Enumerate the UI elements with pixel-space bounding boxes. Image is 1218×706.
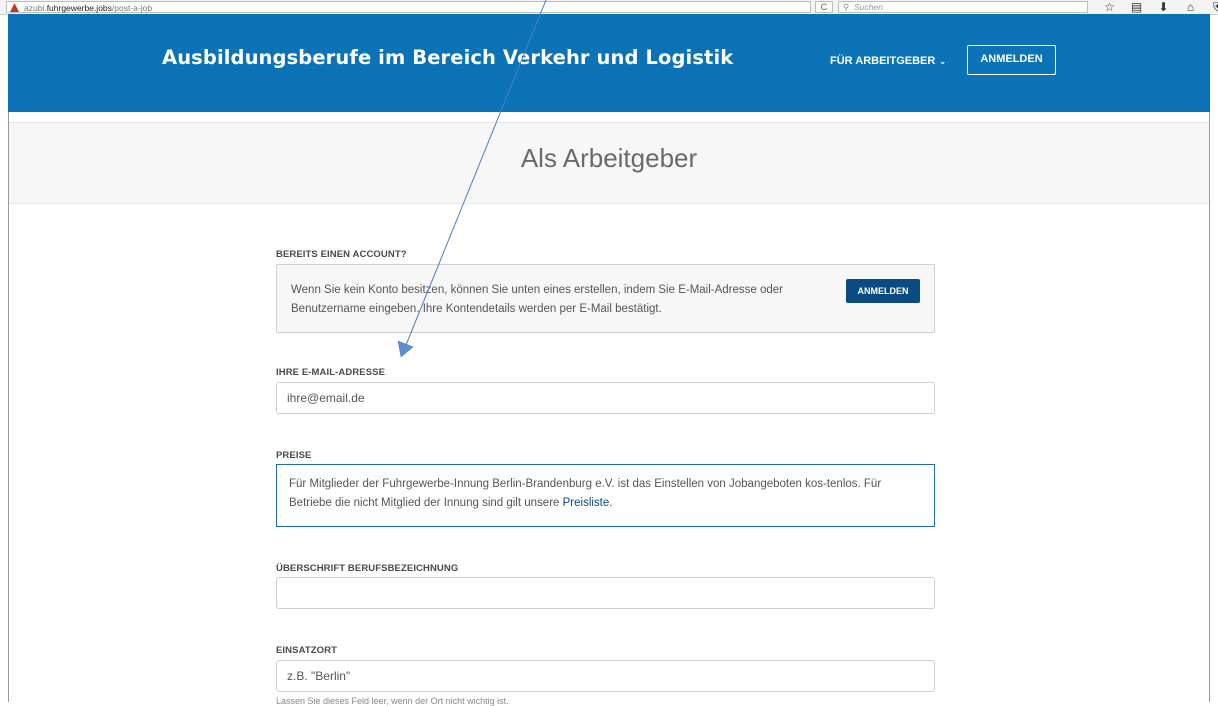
browser-search-input[interactable]: ⚲ Suchen	[838, 1, 1088, 13]
nav-employer-label: FÜR ARBEITGEBER	[830, 55, 936, 67]
star-icon[interactable]: ☆	[1096, 0, 1123, 14]
reload-icon[interactable]: C	[815, 1, 833, 13]
account-info-box: Wenn Sie kein Konto besitzen, können Sie…	[276, 264, 935, 333]
page-title-band: Als Arbeitgeber	[9, 122, 1209, 204]
reading-list-icon[interactable]: ▤	[1123, 0, 1150, 14]
site-favicon-icon	[10, 3, 19, 12]
email-placeholder: ihre@email.de	[287, 391, 365, 405]
prices-info-text: Für Mitglieder der Fuhrgewerbe-Innung Be…	[289, 478, 882, 509]
url-text: azubi.fuhrgewerbe.jobs/post-a-job	[24, 3, 153, 13]
account-login-button[interactable]: ANMELDEN	[846, 279, 920, 303]
search-placeholder: Suchen	[854, 2, 883, 12]
browser-toolbar: azubi.fuhrgewerbe.jobs/post-a-job C ⚲ Su…	[0, 0, 1218, 15]
job-title-label: ÜBERSCHRIFT BERUFSBEZEICHNUNG	[276, 563, 459, 574]
account-label: BEREITS EINEN ACCOUNT?	[276, 249, 407, 260]
site-title[interactable]: Ausbildungsberufe im Bereich Verkehr und…	[162, 46, 733, 69]
email-field[interactable]: ihre@email.de	[276, 382, 935, 414]
chevron-down-icon: ⌄	[939, 57, 947, 66]
search-icon: ⚲	[843, 2, 850, 12]
shield-icon[interactable]: ⛨	[1204, 0, 1218, 14]
home-icon[interactable]: ⌂	[1177, 0, 1204, 14]
download-icon[interactable]: ⬇	[1150, 0, 1177, 14]
nav-employer-menu[interactable]: FÜR ARBEITGEBER ⌄	[830, 55, 946, 67]
location-placeholder: z.B. "Berlin"	[287, 669, 351, 683]
account-info-text: Wenn Sie kein Konto besitzen, können Sie…	[291, 284, 784, 315]
page-title: Als Arbeitgeber	[520, 143, 698, 173]
email-label: IHRE E-MAIL-ADRESSE	[276, 367, 386, 378]
location-hint: Lassen Sie dieses Feld leer, wenn der Or…	[276, 696, 509, 706]
price-list-link[interactable]: Preisliste	[563, 497, 610, 509]
url-bar[interactable]: azubi.fuhrgewerbe.jobs/post-a-job	[6, 1, 811, 13]
header-login-button[interactable]: ANMELDEN	[967, 45, 1056, 75]
prices-label: PREISE	[276, 450, 312, 461]
location-label: EINSATZORT	[276, 645, 337, 656]
location-field[interactable]: z.B. "Berlin"	[276, 660, 935, 692]
prices-info-box: Für Mitglieder der Fuhrgewerbe-Innung Be…	[276, 464, 935, 527]
job-title-field[interactable]	[276, 577, 935, 609]
frame-border-right	[1209, 112, 1210, 702]
